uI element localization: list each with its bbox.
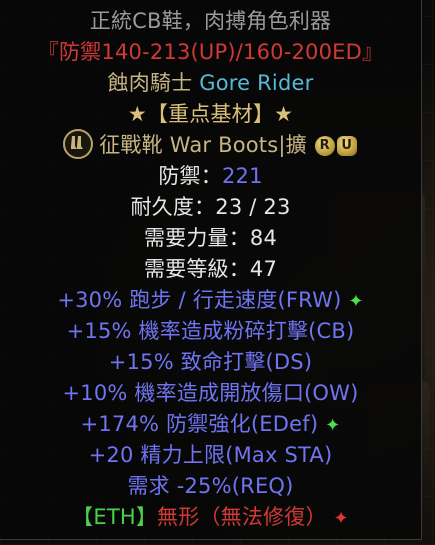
red-star-icon: ✦ <box>333 508 349 529</box>
mod-requirements: 需求 -25%(REQ) <box>127 474 294 498</box>
rune-u-icon: U <box>336 136 357 156</box>
base-tag: ★【重点基材】★ <box>127 102 294 126</box>
required-strength: 需要力量：84 <box>143 226 278 250</box>
mod-frw: +30% 跑步 / 行走速度(FRW) ✦ <box>0 285 421 317</box>
base-type: 征戰靴 War Boots <box>99 133 279 157</box>
defense-row: 防禦：221 <box>0 161 421 191</box>
mod-ds: +15% 致命打擊(DS) <box>108 350 313 374</box>
affix-note: 『防禦140-213(UP)/160-200ED』 <box>37 40 384 64</box>
durability: 耐久度：23 / 23 <box>130 195 291 219</box>
mod-cb: +15% 機率造成粉碎打擊(CB) <box>66 319 355 343</box>
defense-value: 221 <box>221 164 263 188</box>
item-header-note: 正統CB鞋，肉搏角色利器 <box>89 9 332 33</box>
ethereal-row: 【ETH】無形（無法修復） ✦ <box>0 502 421 534</box>
unique-name-row: 蝕肉騎士 Gore Rider <box>0 68 421 98</box>
mod-text: +174% 防禦強化(EDef) <box>80 412 319 436</box>
unique-name: 蝕肉騎士 <box>107 71 193 95</box>
eth-tag: 【ETH】 <box>72 505 158 529</box>
base-type-row: 征戰靴 War Boots|擴 RU <box>0 129 421 161</box>
unique-name-en: Gore Rider <box>199 71 314 95</box>
defense-label: 防禦： <box>158 164 222 188</box>
mod-text: +30% 跑步 / 行走速度(FRW) <box>57 288 342 312</box>
base-separator: |擴 <box>278 133 307 157</box>
green-star-icon: ✦ <box>348 291 364 312</box>
item-tooltip: 正統CB鞋，肉搏角色利器 『防禦140-213(UP)/160-200ED』 蝕… <box>0 0 422 540</box>
green-star-icon: ✦ <box>325 415 341 436</box>
rune-r-icon: R <box>314 136 335 156</box>
eth-text: 無形（無法修復） <box>157 505 327 529</box>
mod-edef: +174% 防禦強化(EDef) ✦ <box>0 409 421 441</box>
mod-max-stamina: +20 精力上限(Max STA) <box>88 443 333 467</box>
required-level: 需要等級：47 <box>143 257 278 281</box>
mod-ow: +10% 機率造成開放傷口(OW) <box>62 381 359 405</box>
boots-type-icon <box>63 129 94 159</box>
